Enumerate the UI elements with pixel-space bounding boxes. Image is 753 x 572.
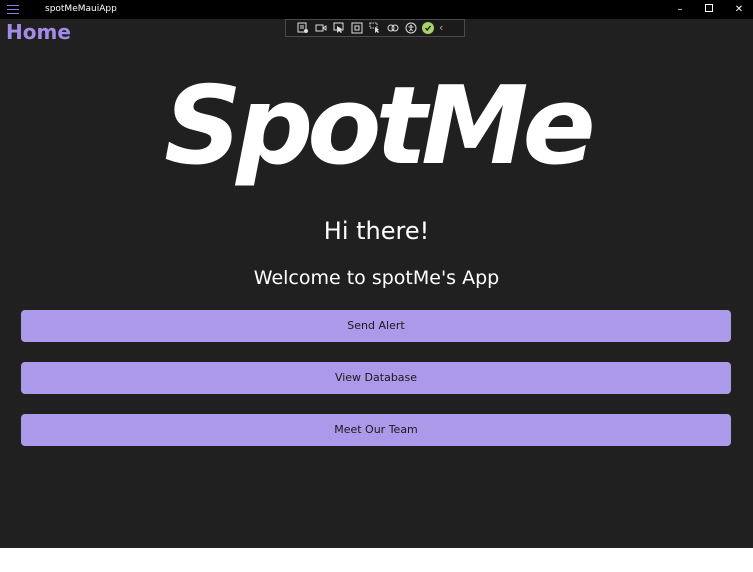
spotme-logo: SpotMe: [157, 64, 598, 190]
view-database-button[interactable]: View Database: [21, 362, 731, 394]
maximize-icon: [705, 4, 713, 12]
title-bar: spotMeMauiApp – ✕: [0, 0, 753, 19]
binding-failures-icon[interactable]: [386, 22, 399, 35]
ok-status-icon[interactable]: [422, 22, 434, 34]
display-layout-adorners-icon[interactable]: [350, 22, 363, 35]
app-window: spotMeMauiApp – ✕ Home ‹ SpotMe Hi there…: [0, 0, 753, 548]
collapse-chevron-icon[interactable]: ‹: [439, 22, 443, 34]
welcome-text: Welcome to spotMe's App: [253, 267, 500, 289]
close-button[interactable]: ✕: [724, 0, 753, 19]
debug-toolbar: ‹: [285, 19, 465, 37]
meet-our-team-button[interactable]: Meet Our Team: [21, 414, 731, 446]
minimize-button[interactable]: –: [665, 0, 695, 19]
track-focused-element-icon[interactable]: [368, 22, 381, 35]
accessibility-icon[interactable]: [404, 22, 417, 35]
app-title: spotMeMauiApp: [45, 4, 117, 14]
live-visual-tree-icon[interactable]: [296, 22, 309, 35]
greeting-text: Hi there!: [323, 217, 430, 245]
page-title: Home: [6, 20, 71, 44]
maximize-button[interactable]: [694, 0, 724, 19]
hamburger-menu-icon[interactable]: [7, 4, 19, 15]
select-element-icon[interactable]: [332, 22, 345, 35]
send-alert-button[interactable]: Send Alert: [21, 310, 731, 342]
record-video-icon[interactable]: [314, 22, 327, 35]
svg-text:SpotMe: SpotMe: [164, 70, 592, 189]
